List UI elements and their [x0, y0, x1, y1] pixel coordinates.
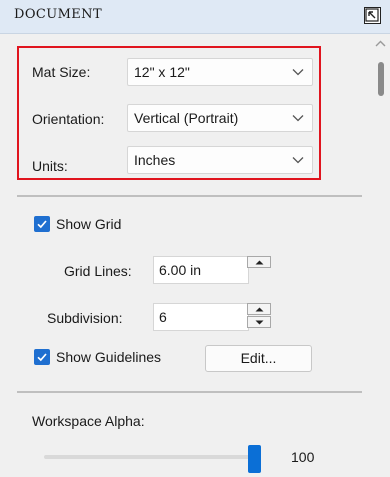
- vertical-scrollbar[interactable]: [371, 35, 390, 477]
- orientation-dropdown[interactable]: Vertical (Portrait): [127, 104, 313, 132]
- mat-size-dropdown[interactable]: 12" x 12": [127, 58, 313, 86]
- checkmark-icon: [37, 220, 47, 229]
- section-divider: [17, 391, 362, 393]
- show-grid-checkbox[interactable]: [34, 216, 50, 232]
- subdivision-input[interactable]: 6: [153, 303, 249, 331]
- triangle-up-icon: [255, 307, 264, 312]
- show-guidelines-checkbox[interactable]: [34, 349, 50, 365]
- triangle-down-icon: [255, 320, 264, 325]
- panel-title: DOCUMENT: [14, 7, 103, 22]
- section-divider: [17, 195, 362, 197]
- workspace-alpha-value: 100: [291, 449, 315, 465]
- grid-lines-input[interactable]: 6.00 in: [153, 256, 249, 284]
- units-value: Inches: [134, 152, 176, 168]
- orientation-value: Vertical (Portrait): [134, 110, 239, 126]
- chevron-down-icon: [292, 69, 304, 76]
- workspace-alpha-label: Workspace Alpha:: [32, 413, 145, 429]
- show-guidelines-label[interactable]: Show Guidelines: [56, 349, 161, 365]
- mat-size-label: Mat Size:: [32, 64, 91, 80]
- grid-lines-spinner: [247, 256, 271, 282]
- subdivision-spinner: [247, 303, 271, 329]
- subdivision-label: Subdivision:: [47, 310, 123, 326]
- workspace-alpha-slider-track[interactable]: [44, 455, 258, 459]
- document-panel: DOCUMENT Mat Size: 12" x 12" Orientation…: [0, 0, 390, 477]
- checkmark-icon: [37, 353, 47, 362]
- grid-lines-value: 6.00 in: [159, 262, 202, 278]
- orientation-label: Orientation:: [32, 111, 105, 127]
- units-label: Units:: [32, 158, 68, 174]
- show-grid-label[interactable]: Show Grid: [56, 216, 121, 232]
- mat-size-value: 12" x 12": [134, 64, 190, 80]
- chevron-down-icon: [292, 157, 304, 164]
- subdivision-decrement-button[interactable]: [247, 316, 271, 328]
- grid-lines-label: Grid Lines:: [64, 263, 132, 279]
- scrollbar-thumb[interactable]: [378, 62, 384, 96]
- undock-panel-icon[interactable]: [364, 7, 381, 24]
- panel-title-bar: DOCUMENT: [0, 0, 390, 34]
- grid-lines-increment-button[interactable]: [247, 256, 271, 268]
- triangle-up-icon: [255, 260, 264, 265]
- edit-guidelines-button[interactable]: Edit...: [205, 345, 312, 372]
- chevron-down-icon: [292, 115, 304, 122]
- subdivision-value: 6: [159, 309, 167, 325]
- subdivision-increment-button[interactable]: [247, 303, 271, 315]
- units-dropdown[interactable]: Inches: [127, 146, 313, 174]
- scroll-up-arrow-icon[interactable]: [375, 39, 386, 49]
- workspace-alpha-slider-thumb[interactable]: [248, 445, 261, 473]
